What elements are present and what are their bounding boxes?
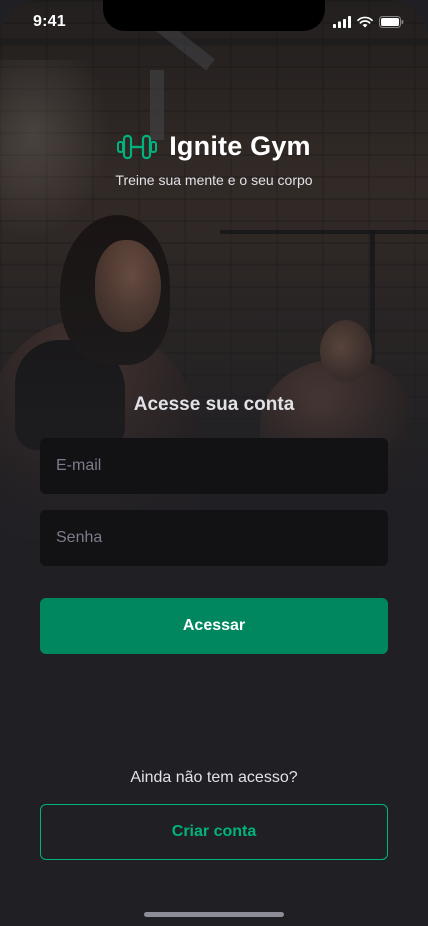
device-notch: [103, 0, 325, 31]
battery-icon: [379, 16, 404, 28]
status-time: 9:41: [33, 13, 66, 30]
sign-in-button[interactable]: Acessar: [40, 598, 388, 654]
background-shade: [0, 0, 428, 700]
status-bar: 9:41: [0, 0, 428, 46]
email-input[interactable]: [40, 438, 388, 494]
home-indicator: [144, 912, 284, 917]
tagline: Treine sua mente e o seu corpo: [115, 172, 313, 188]
form-title: Acesse sua conta: [133, 394, 295, 415]
create-account-button[interactable]: Criar conta: [40, 804, 388, 860]
wifi-icon: [357, 16, 373, 28]
app-logo: Ignite Gym: [0, 131, 428, 162]
dumbbell-icon: [117, 134, 158, 159]
app-name: Ignite Gym: [169, 131, 311, 161]
cellular-signal-icon: [333, 16, 351, 28]
password-input[interactable]: [40, 510, 388, 566]
signup-prompt: Ainda não tem acesso?: [130, 769, 298, 786]
background-photo: [0, 0, 428, 700]
sign-in-screen: 9:41 Ignite Gym Treine sua mente e o seu…: [0, 0, 428, 926]
status-icons: [333, 15, 404, 29]
